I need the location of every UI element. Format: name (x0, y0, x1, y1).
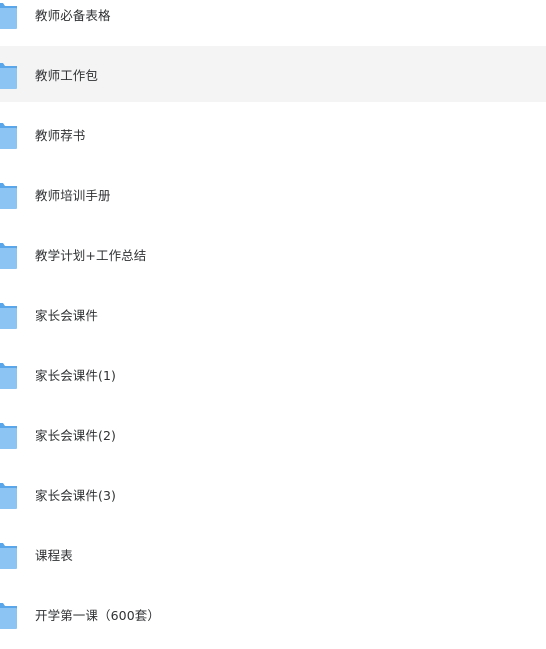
folder-icon (0, 239, 17, 269)
file-row-9[interactable]: 课程表 (0, 526, 546, 582)
folder-icon (0, 179, 17, 209)
folder-icon (0, 599, 17, 629)
file-name[interactable]: 教师必备表格 (35, 5, 111, 24)
folder-icon (0, 59, 17, 89)
file-name[interactable]: 教师培训手册 (35, 185, 111, 204)
file-row-3[interactable]: 教师培训手册 (0, 166, 546, 222)
file-row-2[interactable]: 教师荐书 (0, 106, 546, 162)
folder-icon (0, 119, 17, 149)
folder-icon (0, 359, 17, 389)
file-name[interactable]: 教师荐书 (35, 125, 85, 144)
file-row-0[interactable]: 教师必备表格 (0, 0, 546, 42)
file-name[interactable]: 家长会课件 (35, 305, 98, 324)
folder-icon (0, 0, 17, 29)
file-row-5[interactable]: 家长会课件 (0, 286, 546, 342)
file-name[interactable]: 家长会课件(3) (35, 485, 116, 504)
file-name[interactable]: 家长会课件(2) (35, 425, 116, 444)
file-row-6[interactable]: 家长会课件(1) (0, 346, 546, 402)
file-list: 教师必备表格 教师工作包 教师荐书 教师培训手册 教学计划+工作总结 家长会课件 (0, 0, 546, 649)
folder-icon (0, 419, 17, 449)
file-row-10[interactable]: 开学第一课（600套） (0, 586, 546, 642)
folder-icon (0, 299, 17, 329)
file-row-4[interactable]: 教学计划+工作总结 (0, 226, 546, 282)
file-name[interactable]: 家长会课件(1) (35, 365, 116, 384)
folder-icon (0, 479, 17, 509)
file-row-1[interactable]: 教师工作包 (0, 46, 546, 102)
file-row-7[interactable]: 家长会课件(2) (0, 406, 546, 462)
file-row-8[interactable]: 家长会课件(3) (0, 466, 546, 522)
file-name[interactable]: 教学计划+工作总结 (35, 245, 146, 264)
file-name[interactable]: 开学第一课（600套） (35, 605, 160, 624)
file-name[interactable]: 教师工作包 (35, 65, 98, 84)
file-name[interactable]: 课程表 (35, 545, 73, 564)
folder-icon (0, 539, 17, 569)
